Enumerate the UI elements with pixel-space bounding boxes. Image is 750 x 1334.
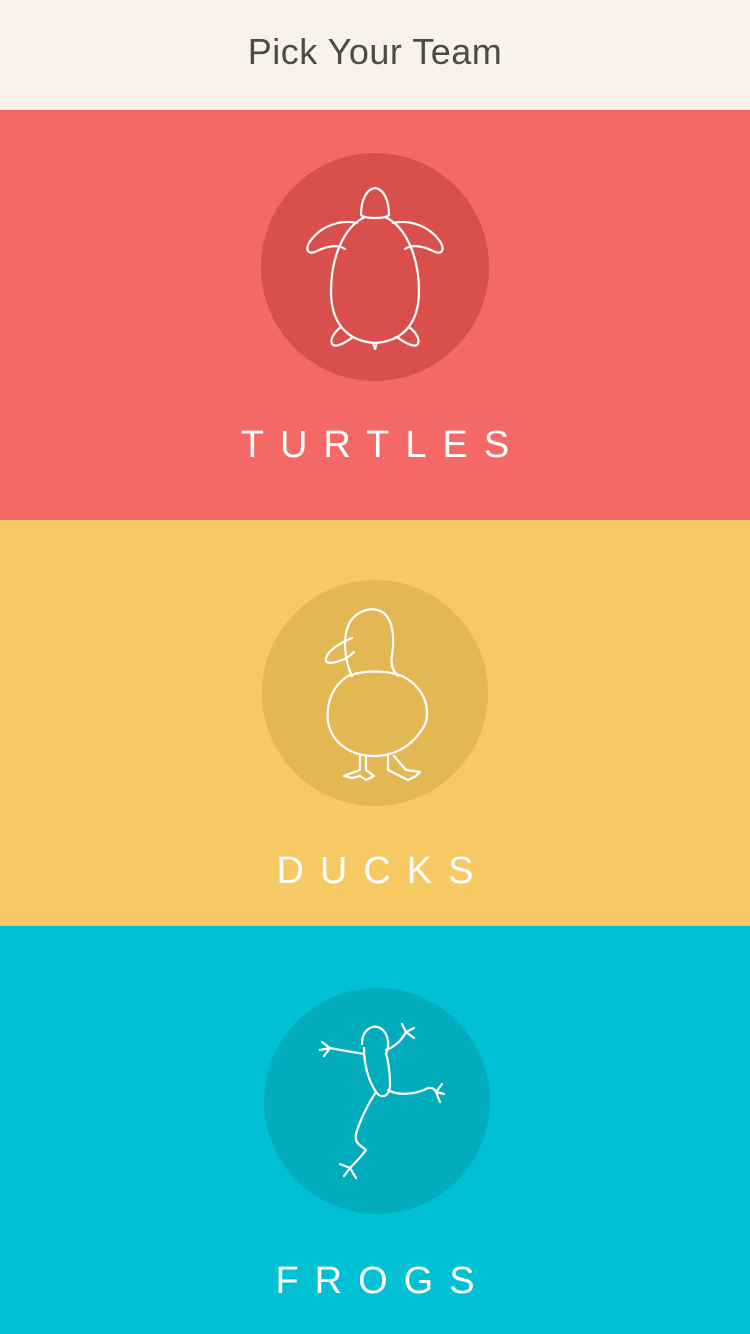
team-option-ducks[interactable]: DUCKS <box>0 520 750 926</box>
frog-icon <box>318 1022 446 1180</box>
duck-badge <box>262 580 488 806</box>
team-label-frogs: FROGS <box>275 1260 491 1302</box>
team-label-turtles: TURTLES <box>240 424 526 466</box>
turtle-icon <box>306 186 444 351</box>
page-title: Pick Your Team <box>247 31 503 72</box>
frog-badge <box>264 988 490 1214</box>
team-option-frogs[interactable]: FROGS <box>0 926 750 1334</box>
duck-icon <box>324 608 429 782</box>
team-label-ducks: DUCKS <box>276 850 490 892</box>
header-bar: Pick Your Team <box>0 0 750 110</box>
team-option-turtles[interactable]: TURTLES <box>0 110 750 520</box>
turtle-badge <box>261 153 489 381</box>
